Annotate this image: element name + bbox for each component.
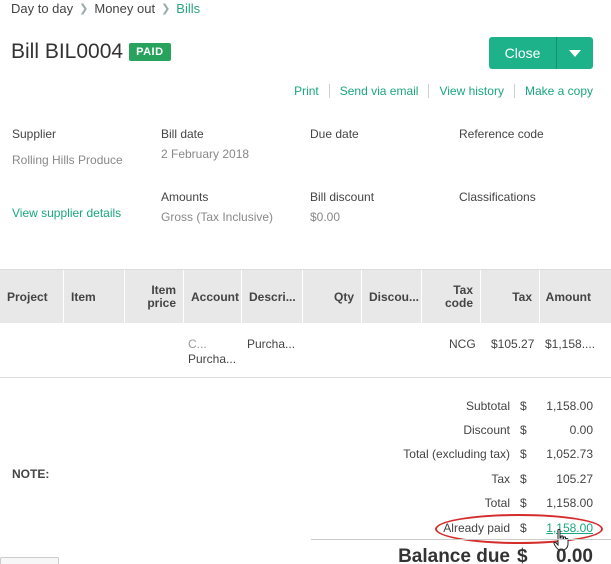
column-tax-code[interactable]: Tax code	[421, 270, 480, 324]
divider	[311, 539, 611, 540]
breadcrumb-day-to-day[interactable]: Day to day	[11, 1, 73, 16]
tax-currency: $	[520, 472, 527, 486]
total-excluding-tax-currency: $	[520, 447, 527, 461]
close-button-group: Close	[489, 37, 593, 69]
print-link[interactable]: Print	[284, 84, 329, 98]
balance-due-currency: $	[517, 546, 528, 564]
total-label: Total	[484, 496, 510, 510]
total-excluding-tax-value: 1,052.73	[546, 447, 593, 461]
subtotal-label: Subtotal	[465, 399, 510, 413]
bill-discount-label: Bill discount	[310, 190, 375, 204]
balance-due-label: Balance due	[398, 546, 510, 564]
bottom-tab-stub	[0, 557, 59, 564]
status-badge: PAID	[129, 43, 171, 61]
total-value: 1,158.00	[546, 496, 593, 510]
column-tax[interactable]: Tax	[480, 270, 539, 324]
column-discount[interactable]: Discou...	[361, 270, 421, 324]
row-amount: $1,158....	[545, 337, 596, 351]
close-button[interactable]: Close	[489, 37, 556, 69]
bill-date-value: 2 February 2018	[161, 147, 250, 161]
subtotal-value: 1,158.00	[546, 399, 593, 413]
column-item-price-line1: Item	[151, 283, 176, 297]
send-via-email-link[interactable]: Send via email	[328, 84, 429, 98]
total-excluding-tax-label: Total (excluding tax)	[403, 447, 510, 461]
view-history-link[interactable]: View history	[428, 84, 513, 98]
tax-value: 105.27	[556, 472, 593, 486]
bill-discount-value: $0.00	[310, 210, 341, 224]
action-links: Print Send via email View history Make a…	[284, 84, 593, 98]
note-label: NOTE:	[12, 467, 50, 481]
row-account-code: C...	[188, 337, 207, 351]
total-currency: $	[520, 496, 527, 510]
row-tax-code: NCG	[449, 337, 476, 351]
page-title: Bill BIL0004	[11, 40, 124, 63]
close-dropdown-button[interactable]	[556, 37, 593, 69]
caret-down-icon	[569, 49, 581, 57]
balance-due-value: 0.00	[556, 546, 593, 564]
chevron-right-icon: ❯	[161, 3, 171, 15]
column-item[interactable]: Item	[63, 270, 124, 324]
column-project[interactable]: Project	[0, 270, 63, 324]
discount-value: 0.00	[569, 423, 593, 437]
make-a-copy-link[interactable]: Make a copy	[513, 84, 593, 98]
column-description[interactable]: Descri...	[241, 270, 302, 324]
amounts-value: Gross (Tax Inclusive)	[161, 210, 274, 224]
column-item-price-line2: price	[147, 296, 176, 310]
due-date-label: Due date	[310, 127, 359, 141]
discount-currency: $	[520, 423, 527, 437]
column-item-price[interactable]: Item price	[124, 270, 183, 324]
amounts-label: Amounts	[161, 190, 209, 204]
column-account[interactable]: Account	[183, 270, 241, 324]
column-item-price-text: Item price	[147, 284, 176, 310]
breadcrumb: Day to day ❯ Money out ❯ Bills	[11, 1, 200, 16]
title-row: Bill BIL0004 PAID	[11, 40, 171, 64]
reference-code-label: Reference code	[459, 127, 544, 141]
table-row[interactable]: C... Purcha... Purcha... NCG $105.27 $1,…	[0, 323, 611, 378]
supplier-label: Supplier	[12, 127, 57, 141]
row-account-name: Purcha...	[188, 352, 237, 366]
chevron-right-icon: ❯	[79, 3, 89, 15]
discount-label: Discount	[463, 423, 510, 437]
column-amount[interactable]: Amount	[539, 270, 598, 324]
view-supplier-details-link[interactable]: View supplier details	[12, 206, 121, 220]
column-qty[interactable]: Qty	[302, 270, 361, 324]
row-description: Purcha...	[247, 337, 296, 351]
tax-label: Tax	[491, 472, 510, 486]
row-tax: $105.27	[491, 337, 535, 351]
column-tax-code-line1: Tax	[453, 283, 473, 297]
column-tax-code-line2: code	[444, 296, 473, 310]
classifications-label: Classifications	[459, 190, 536, 204]
line-items-table-header: Project Item Item price Account Descri...…	[0, 269, 611, 324]
breadcrumb-bills[interactable]: Bills	[176, 1, 200, 16]
subtotal-currency: $	[520, 399, 527, 413]
column-tax-code-text: Tax code	[445, 284, 473, 310]
breadcrumb-money-out[interactable]: Money out	[94, 1, 155, 16]
bill-date-label: Bill date	[161, 127, 204, 141]
supplier-value: Rolling Hills Produce	[12, 153, 123, 167]
